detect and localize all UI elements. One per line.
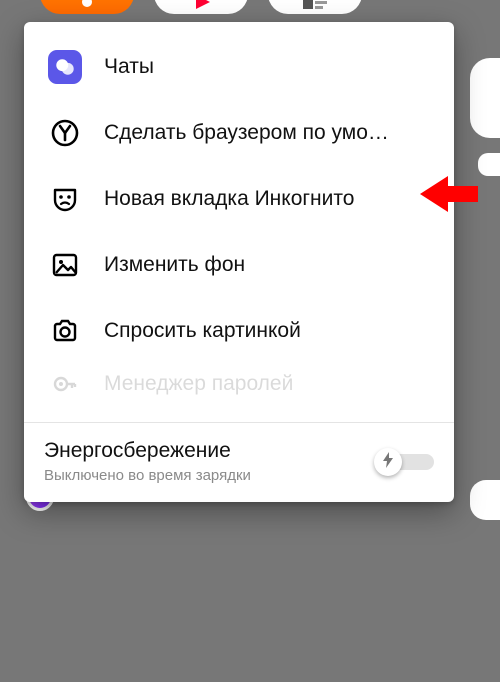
- browser-menu-popup: Чаты Сделать браузером по умо…: [24, 22, 454, 502]
- menu-item-password-manager[interactable]: Менеджер паролей: [24, 364, 454, 404]
- key-icon: [48, 367, 82, 401]
- shortcut-tile: [40, 0, 134, 14]
- energy-saving-toggle[interactable]: [374, 448, 434, 476]
- energy-saving-text: Энергосбережение Выключено во время заря…: [44, 439, 251, 484]
- toggle-knob: [374, 448, 402, 476]
- shortcut-tile: [268, 0, 362, 14]
- energy-saving-title: Энергосбережение: [44, 439, 251, 463]
- menu-item-ask-with-image[interactable]: Спросить картинкой: [24, 298, 454, 364]
- annotation-arrow: [420, 174, 478, 214]
- menu-item-label: Изменить фон: [104, 253, 245, 277]
- menu-item-label: Чаты: [104, 55, 154, 79]
- menu-item-chats[interactable]: Чаты: [24, 34, 454, 100]
- menu-item-default-browser[interactable]: Сделать браузером по умо…: [24, 100, 454, 166]
- energy-saving-row[interactable]: Энергосбережение Выключено во время заря…: [24, 423, 454, 502]
- chats-icon: [48, 50, 82, 84]
- menu-list: Чаты Сделать браузером по умо…: [24, 22, 454, 418]
- menu-item-label: Сделать браузером по умо…: [104, 121, 389, 145]
- shortcut-tile: [154, 0, 248, 14]
- energy-saving-subtitle: Выключено во время зарядки: [44, 467, 251, 484]
- incognito-mask-icon: [48, 182, 82, 216]
- image-icon: [48, 248, 82, 282]
- menu-item-label: Спросить картинкой: [104, 319, 301, 343]
- camera-search-icon: [48, 314, 82, 348]
- menu-item-label: Новая вкладка Инкогнито: [104, 187, 354, 211]
- menu-item-incognito-tab[interactable]: Новая вкладка Инкогнито: [24, 166, 454, 232]
- bolt-icon: [382, 452, 394, 472]
- yandex-browser-icon: [48, 116, 82, 150]
- menu-item-change-background[interactable]: Изменить фон: [24, 232, 454, 298]
- background-card-hint: [470, 58, 500, 138]
- background-card-hint: [470, 480, 500, 520]
- menu-item-label: Менеджер паролей: [104, 372, 293, 396]
- background-card-hint: [478, 153, 500, 176]
